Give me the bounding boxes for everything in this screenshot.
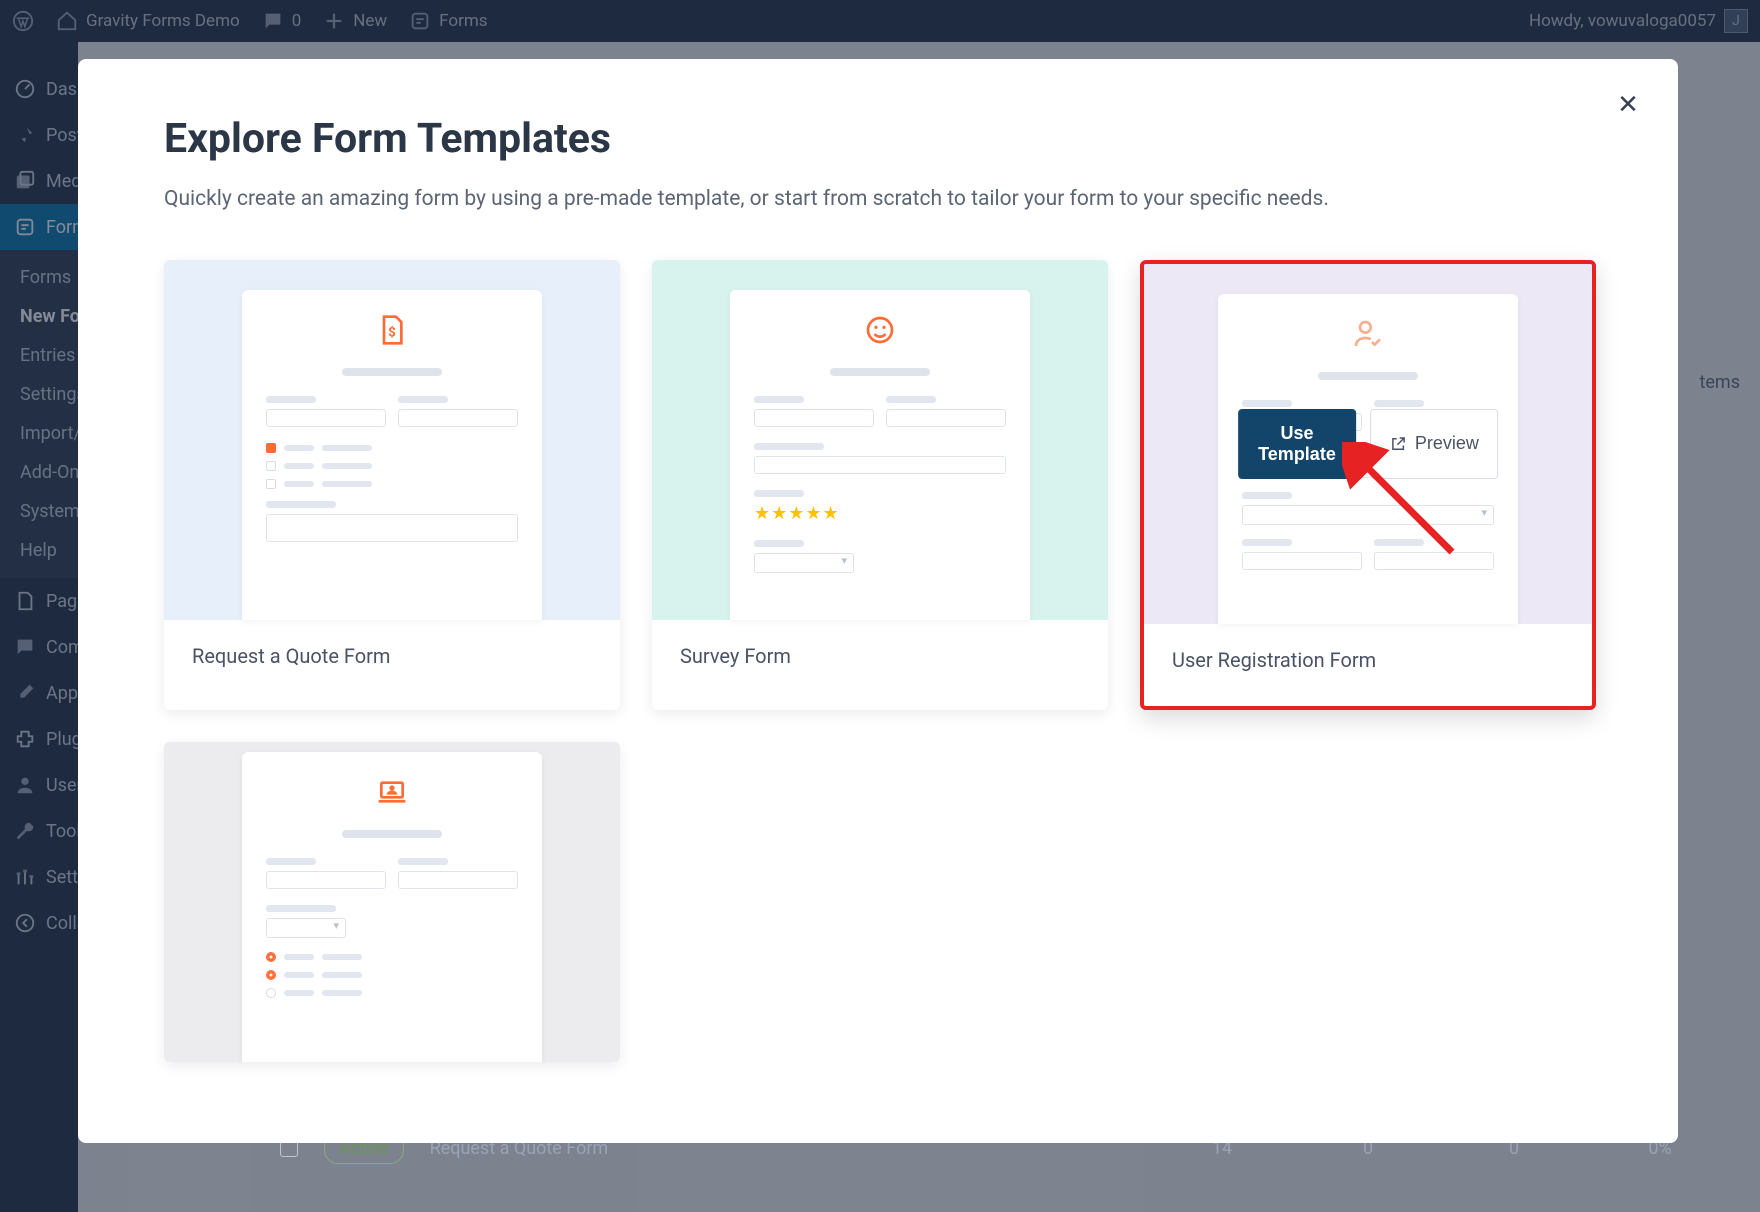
template-grid: $ Request a Quote Form xyxy=(164,260,1592,1062)
external-link-icon xyxy=(1389,435,1407,453)
use-template-button[interactable]: Use Template xyxy=(1238,409,1356,479)
laptop-user-icon xyxy=(266,776,518,812)
stars-icon: ★★★★★ xyxy=(754,503,1006,524)
card-preview xyxy=(164,742,620,1062)
close-button[interactable]: ✕ xyxy=(1614,89,1642,117)
smile-icon xyxy=(754,314,1006,350)
modal-description: Quickly create an amazing form by using … xyxy=(164,183,1534,216)
dollar-file-icon: $ xyxy=(266,314,518,350)
template-card-partial[interactable] xyxy=(164,742,620,1062)
card-preview: Use Template Preview xyxy=(1144,264,1592,624)
template-card-user-registration[interactable]: Use Template Preview User Registration xyxy=(1140,260,1596,710)
template-title: User Registration Form xyxy=(1144,624,1592,696)
template-card-survey[interactable]: ★★★★★ Survey Form xyxy=(652,260,1108,710)
card-preview: ★★★★★ xyxy=(652,260,1108,620)
preview-label: Preview xyxy=(1415,433,1479,454)
hover-actions: Use Template Preview xyxy=(1238,409,1498,479)
template-title: Survey Form xyxy=(652,620,1108,692)
svg-text:$: $ xyxy=(388,325,396,340)
template-card-request-quote[interactable]: $ Request a Quote Form xyxy=(164,260,620,710)
user-check-icon xyxy=(1242,318,1494,354)
modal-title: Explore Form Templates xyxy=(164,115,1592,163)
templates-modal: ✕ Explore Form Templates Quickly create … xyxy=(78,59,1678,1143)
preview-button[interactable]: Preview xyxy=(1370,409,1498,479)
template-title: Request a Quote Form xyxy=(164,620,620,692)
card-preview: $ xyxy=(164,260,620,620)
